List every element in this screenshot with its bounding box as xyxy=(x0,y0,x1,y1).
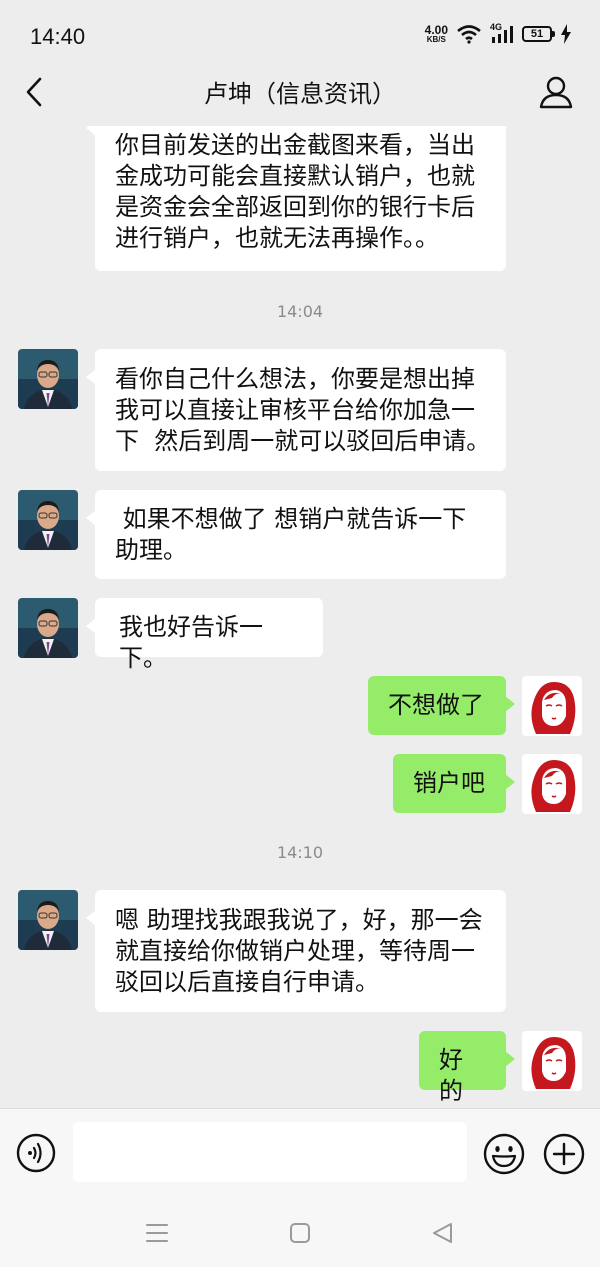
battery-level: 51 xyxy=(530,28,544,40)
nav-menu-button[interactable] xyxy=(142,1218,172,1248)
contact-avatar[interactable] xyxy=(18,490,78,550)
battery-icon: 51 xyxy=(522,26,555,42)
message-line: 嗯 助理找我跟我说了，好，那一会 xyxy=(115,906,483,934)
signal-icon: 4G xyxy=(490,22,514,44)
user-avatar[interactable] xyxy=(522,1031,582,1091)
voice-button[interactable] xyxy=(16,1133,56,1173)
network-speed-unit: KB/S xyxy=(426,35,446,44)
more-button[interactable] xyxy=(543,1133,585,1175)
message-bubble[interactable]: 不想做了 xyxy=(368,676,515,735)
message-line: 就直接给你做销户处理，等待周一 xyxy=(115,937,475,965)
status-indicators: 4.00 KB/S 4G 51 xyxy=(425,22,572,44)
status-bar: 14:40 4.00 KB/S 4G 51 xyxy=(0,0,600,70)
message-line: 好的 xyxy=(439,1046,463,1105)
message-bubble[interactable]: 好的 xyxy=(419,1031,515,1105)
user-avatar[interactable] xyxy=(522,676,582,736)
message-line: 你目前发送的出金截图来看，当出 xyxy=(115,131,475,159)
status-time: 14:40 xyxy=(30,24,86,49)
contact-avatar[interactable] xyxy=(18,598,78,658)
header-layer: 卢坤（信息资讯） xyxy=(0,70,600,126)
message-timestamp: 14:10 xyxy=(276,843,324,862)
message-bubble[interactable]: 我也好告诉一下。 xyxy=(86,598,323,672)
charging-icon xyxy=(561,24,571,44)
user-avatar[interactable] xyxy=(522,754,582,814)
chat-screen: 14:40 4.00 KB/S 4G 51 你目前发送的出金截图来看，当出 金成… xyxy=(0,0,600,1267)
message-text-input[interactable] xyxy=(73,1122,467,1182)
chat-info-button[interactable] xyxy=(534,70,578,114)
system-nav-bar xyxy=(0,1200,600,1267)
message-bubble[interactable]: 看你自己什么想法，你要是想出掉 我可以直接让审核平台给你加急一 下 然后到周一就… xyxy=(86,349,506,471)
message-line: 看你自己什么想法，你要是想出掉 xyxy=(115,365,475,393)
message-line: 助理。 xyxy=(115,536,187,564)
message-line: 销户吧 xyxy=(413,769,485,797)
message-bubble[interactable]: 销户吧 xyxy=(393,754,515,813)
wifi-icon xyxy=(457,25,481,44)
person-icon xyxy=(539,76,573,109)
message-line: 金成功可能会直接默认销户，也就 xyxy=(115,162,475,190)
message-line: 是资金会全部返回到你的银行卡后 xyxy=(115,193,475,221)
message-line: 如果不想做了 想销户就告诉一下 xyxy=(115,505,467,533)
nav-home-button[interactable] xyxy=(285,1218,315,1248)
message-line: 下 然后到周一就可以驳回后申请。 xyxy=(115,427,491,455)
nav-back-button[interactable] xyxy=(428,1218,458,1248)
message-timestamp: 14:04 xyxy=(276,302,324,321)
message-line: 我也好告诉一下。 xyxy=(119,613,263,672)
emoji-icon xyxy=(483,1133,525,1175)
message-input-bar xyxy=(0,1108,600,1200)
message-line: 驳回以后直接自行申请。 xyxy=(115,968,379,996)
back-triangle-icon xyxy=(433,1223,452,1243)
contact-avatar[interactable] xyxy=(18,890,78,950)
home-icon xyxy=(290,1223,310,1243)
chat-title: 卢坤（信息资讯） xyxy=(204,80,396,108)
message-bubble[interactable]: 如果不想做了 想销户就告诉一下 助理。 xyxy=(86,490,506,579)
menu-icon xyxy=(146,1224,168,1242)
message-line: 进行销户，也就无法再操作。。 xyxy=(115,224,439,252)
network-speed: 4.00 KB/S xyxy=(425,24,448,44)
emoji-button[interactable] xyxy=(483,1133,525,1175)
contact-avatar[interactable] xyxy=(18,349,78,409)
voice-icon xyxy=(16,1133,56,1173)
message-bubble[interactable]: 嗯 助理找我跟我说了，好，那一会 就直接给你做销户处理，等待周一 驳回以后直接自… xyxy=(86,890,506,1012)
message-line: 我可以直接让审核平台给你加急一 xyxy=(115,396,475,424)
plus-icon xyxy=(543,1133,585,1175)
message-line: 不想做了 xyxy=(388,691,484,719)
